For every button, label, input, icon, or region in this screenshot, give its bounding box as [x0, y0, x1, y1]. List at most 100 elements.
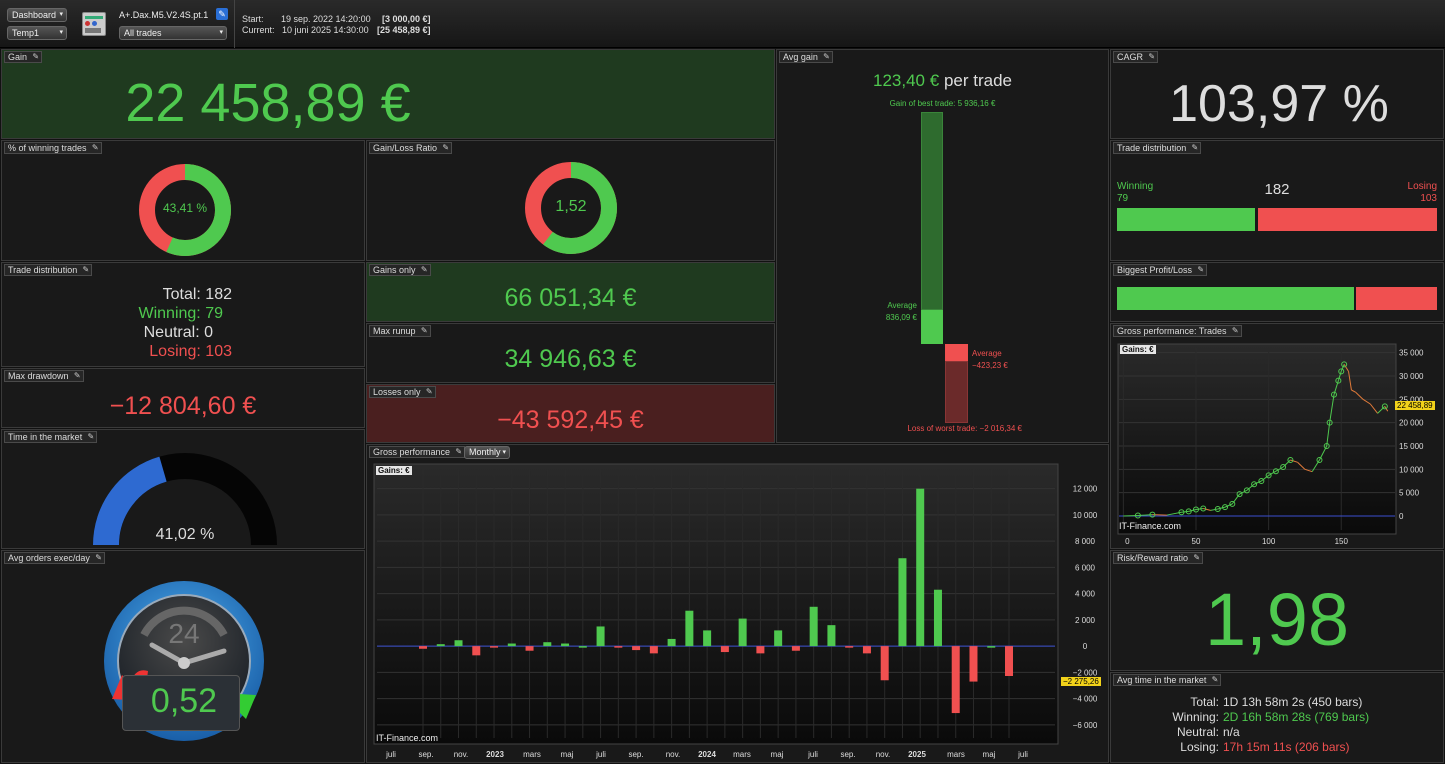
- bar[interactable]: [543, 642, 552, 647]
- panel-title[interactable]: Gain/Loss Ratio ✎: [369, 142, 453, 154]
- current-value: [25 458,89 €]: [377, 25, 431, 35]
- gross-trades-chart[interactable]: 35 00030 00025 00020 00015 00010 0005 00…: [1111, 324, 1444, 549]
- wrench-icon[interactable]: ✎: [32, 52, 39, 62]
- bar[interactable]: [703, 630, 712, 647]
- bar[interactable]: [774, 630, 783, 647]
- bar[interactable]: [507, 643, 516, 647]
- biggest-pl-panel: Biggest Profit/Loss ✎: [1110, 262, 1444, 322]
- x-tick-label: sep.: [840, 750, 855, 759]
- bar[interactable]: [862, 646, 871, 654]
- bar[interactable]: [667, 638, 676, 647]
- panel-title[interactable]: Max runup ✎: [369, 325, 431, 337]
- wrench-icon[interactable]: ✎: [95, 553, 102, 563]
- wrench-icon[interactable]: ✎: [421, 265, 428, 275]
- bar[interactable]: [649, 646, 658, 654]
- bar[interactable]: [472, 646, 481, 656]
- y-tick-label: 6 000: [1075, 563, 1096, 572]
- y-tick-label: 2 000: [1075, 616, 1096, 625]
- panel-title[interactable]: Losses only ✎: [369, 386, 436, 398]
- wrench-icon[interactable]: ✎: [1212, 675, 1219, 685]
- bar[interactable]: [809, 606, 818, 647]
- total-trades: 182: [1264, 181, 1290, 198]
- panel-title[interactable]: Trade distribution ✎: [1113, 142, 1202, 154]
- bar[interactable]: [969, 646, 978, 682]
- panel-title[interactable]: Trade distribution ✎: [4, 264, 93, 276]
- last-value-badge: 22 458,89: [1395, 401, 1435, 410]
- bar[interactable]: [578, 646, 587, 648]
- bar[interactable]: [454, 640, 463, 647]
- bar[interactable]: [596, 626, 605, 647]
- losing-count: 103: [1420, 193, 1437, 204]
- bar[interactable]: [845, 646, 854, 648]
- bar[interactable]: [614, 646, 623, 648]
- bar[interactable]: [756, 646, 765, 654]
- bar[interactable]: [880, 646, 889, 681]
- wrench-icon[interactable]: ✎: [823, 52, 830, 62]
- panel-title[interactable]: CAGR ✎: [1113, 51, 1159, 63]
- biggest-loss-segment: [1356, 287, 1437, 310]
- wrench-icon[interactable]: ✎: [421, 326, 428, 336]
- trades-filter-select[interactable]: All trades ▾: [119, 26, 227, 40]
- dashboard-select[interactable]: Dashboard ▾: [7, 8, 67, 22]
- panel-title[interactable]: Avg time in the market ✎: [1113, 674, 1222, 686]
- bar[interactable]: [632, 646, 641, 651]
- panel-title[interactable]: Max drawdown ✎: [4, 370, 84, 382]
- x-tick-label: maj: [561, 750, 574, 759]
- panel-title[interactable]: Time in the market ✎: [4, 431, 98, 443]
- cagr-panel: CAGR ✎ 103,97 %: [1110, 49, 1444, 139]
- wrench-icon[interactable]: ✎: [442, 143, 449, 153]
- avg-loss-bar: [945, 344, 968, 361]
- panel-title[interactable]: Biggest Profit/Loss ✎: [1113, 264, 1208, 276]
- panel-title[interactable]: Avg gain ✎: [779, 51, 833, 63]
- template-select[interactable]: Temp1 ▾: [7, 26, 67, 40]
- dial-label: 24: [168, 618, 199, 649]
- worst-trade-label: Loss of worst trade: −2 016,34 €: [907, 424, 1022, 433]
- risk-reward-value: 1,98: [1204, 578, 1350, 661]
- wrench-icon[interactable]: ✎: [1192, 143, 1199, 153]
- bar[interactable]: [1005, 646, 1013, 677]
- winning-count: Winning: 79: [138, 305, 224, 322]
- bar[interactable]: [419, 646, 427, 649]
- bar[interactable]: [827, 625, 836, 647]
- bar[interactable]: [561, 643, 570, 647]
- bar[interactable]: [987, 646, 996, 648]
- bar[interactable]: [738, 618, 747, 647]
- bar[interactable]: [933, 589, 942, 647]
- panel-title[interactable]: Risk/Reward ratio ✎: [1113, 552, 1204, 564]
- panel-title[interactable]: Avg orders exec/day ✎: [4, 552, 105, 564]
- wrench-icon[interactable]: ✎: [1148, 52, 1155, 62]
- y-tick-label: 4 000: [1075, 590, 1096, 599]
- gains-only-panel: Gains only ✎ 66 051,34 €: [366, 262, 775, 322]
- bar[interactable]: [791, 646, 800, 651]
- strategy-icon[interactable]: [82, 12, 106, 36]
- wrench-icon[interactable]: ✎: [83, 265, 90, 275]
- avg-loss-value: −423,23 €: [972, 361, 1008, 370]
- bar[interactable]: [685, 610, 694, 647]
- panel-title[interactable]: % of winning trades ✎: [4, 142, 102, 154]
- panel-title[interactable]: Gains only ✎: [369, 264, 431, 276]
- losing-segment: [1257, 208, 1437, 231]
- losses-only-panel: Losses only ✎ −43 592,45 €: [366, 384, 775, 443]
- wrench-icon[interactable]: ✎: [74, 371, 81, 381]
- divider: [234, 0, 235, 48]
- last-value-badge: −2 275,26: [1061, 677, 1101, 686]
- wrench-icon[interactable]: ✎: [426, 387, 433, 397]
- bar[interactable]: [490, 646, 499, 648]
- wrench-icon[interactable]: ✎: [1193, 553, 1200, 563]
- gross-monthly-chart[interactable]: 12 00010 0008 0006 0004 0002 0000−2 000−…: [367, 445, 1109, 763]
- x-tick-label: juli: [1017, 750, 1028, 759]
- wrench-icon[interactable]: ✎: [88, 432, 95, 442]
- bar[interactable]: [898, 558, 907, 647]
- wrench-icon[interactable]: ✎: [92, 143, 99, 153]
- bar[interactable]: [916, 488, 925, 647]
- x-tick-label: nov.: [666, 750, 681, 759]
- panel-title[interactable]: Gain ✎: [4, 51, 43, 63]
- winning-value: 2D 16h 58m 28s (769 bars): [1223, 710, 1370, 724]
- best-trade-label: Gain of best trade: 5 936,16 €: [889, 99, 996, 108]
- bar[interactable]: [720, 646, 729, 653]
- wrench-icon[interactable]: ✎: [1197, 265, 1204, 275]
- bar[interactable]: [951, 646, 960, 714]
- bar[interactable]: [436, 644, 445, 647]
- bar[interactable]: [525, 646, 534, 651]
- edit-icon[interactable]: ✎: [216, 8, 228, 20]
